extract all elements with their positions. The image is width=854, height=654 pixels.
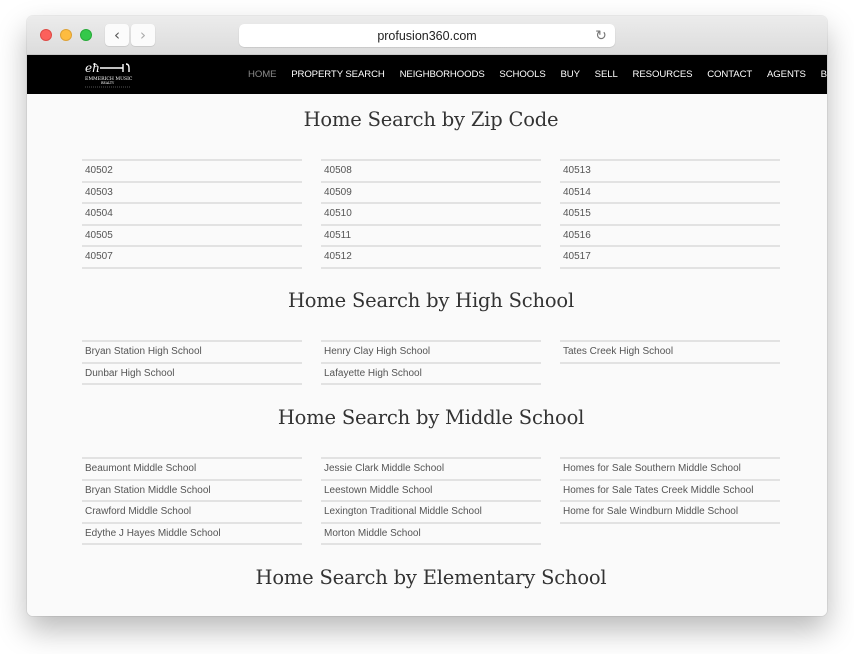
search-link[interactable]: Dunbar High School [82, 364, 302, 385]
search-link[interactable]: 40514 [560, 183, 780, 204]
middle-school-section: Home Search by Middle School Beaumont Mi… [82, 403, 780, 545]
search-link[interactable]: 40505 [82, 226, 302, 247]
link-columns: Bryan Station High School Dunbar High Sch… [82, 340, 780, 385]
search-link[interactable]: Bryan Station Middle School [82, 481, 302, 502]
main-menu: HOME PROPERTY SEARCH NEIGHBORHOODS SCHOO… [248, 55, 827, 94]
zip-code-section: Home Search by Zip Code 40502 40503 40504 4… [82, 105, 780, 269]
search-link[interactable]: Jessie Clark Middle School [321, 459, 541, 481]
search-link[interactable]: 40512 [321, 247, 541, 269]
search-link[interactable]: 40507 [82, 247, 302, 269]
nav-buy[interactable]: BUY [560, 69, 580, 80]
search-link[interactable]: Lexington Traditional Middle School [321, 502, 541, 524]
search-link[interactable]: Homes for Sale Southern Middle School [560, 459, 780, 481]
nav-resources[interactable]: RESOURCES [633, 69, 693, 80]
nav-neighborhoods[interactable]: NEIGHBORHOODS [400, 69, 485, 80]
link-column: 40513 40514 40515 40516 40517 [560, 159, 780, 269]
nav-schools[interactable]: SCHOOLS [499, 69, 545, 80]
search-link[interactable]: Bryan Station High School [82, 342, 302, 364]
nav-property-search[interactable]: PROPERTY SEARCH [291, 69, 385, 80]
svg-text:REALTY: REALTY [101, 81, 115, 85]
browser-window: ‹ › profusion360.com ↻ eħ EMMERICH MUSIC… [27, 16, 827, 616]
forward-button[interactable]: › [131, 24, 155, 46]
link-columns: Beaumont Middle School Bryan Station Midd… [82, 457, 780, 545]
search-link[interactable]: Morton Middle School [321, 524, 541, 545]
search-link[interactable]: 40508 [321, 161, 541, 183]
search-link[interactable]: Homes for Sale Tates Creek Middle School [560, 481, 780, 502]
reload-icon[interactable]: ↻ [593, 27, 609, 43]
section-title: Home Search by Elementary School [255, 566, 607, 589]
nav-home[interactable]: HOME [248, 69, 276, 80]
search-link[interactable]: 40515 [560, 204, 780, 226]
link-columns: 40502 40503 40504 40505 40507 40508 40509 40510… [82, 159, 780, 269]
search-link[interactable]: 40509 [321, 183, 541, 204]
svg-text:eħ: eħ [85, 61, 100, 75]
page-content: Home Search by Zip Code 40502 40503 40504 4… [27, 94, 827, 616]
elementary-school-section: Home Search by Elementary School Academy… [82, 563, 780, 616]
link-column: 40502 40503 40504 40505 40507 [82, 159, 302, 269]
address-bar[interactable]: profusion360.com ↻ [239, 24, 615, 47]
nav-sell[interactable]: SELL [595, 69, 618, 80]
nav-contact[interactable]: CONTACT [707, 69, 752, 80]
nav-blog[interactable]: BLOG [821, 69, 827, 80]
search-link[interactable]: 40504 [82, 204, 302, 226]
browser-titlebar: ‹ › profusion360.com ↻ [27, 16, 827, 55]
link-column: Homes for Sale Southern Middle School Hom… [560, 457, 780, 545]
chevron-left-icon: ‹ [114, 26, 120, 44]
link-column: Jessie Clark Middle School Leestown Middl… [321, 457, 541, 545]
link-column: Beaumont Middle School Bryan Station Midd… [82, 457, 302, 545]
link-column: Henry Clay High School Lafayette High Sch… [321, 340, 541, 385]
search-link[interactable]: Lafayette High School [321, 364, 541, 385]
search-link[interactable]: 40503 [82, 183, 302, 204]
search-link[interactable]: 40513 [560, 161, 780, 183]
link-column: Tates Creek High School [560, 340, 780, 385]
search-link[interactable]: Tates Creek High School [560, 342, 780, 364]
search-link[interactable]: Home for Sale Windburn Middle School [560, 502, 780, 524]
link-column: 40508 40509 40510 40511 40512 [321, 159, 541, 269]
site-navbar: eħ EMMERICH MUSIC REALTY HOME PROPERTY S… [27, 55, 827, 94]
url-text: profusion360.com [377, 28, 477, 43]
back-button[interactable]: ‹ [105, 24, 129, 46]
search-link[interactable]: Crawford Middle School [82, 502, 302, 524]
minimize-window-button[interactable] [60, 29, 72, 41]
section-title: Home Search by Middle School [277, 406, 585, 429]
high-school-section: Home Search by High School Bryan Station… [82, 286, 780, 385]
search-link[interactable]: Henry Clay High School [321, 342, 541, 364]
search-link[interactable]: Edythe J Hayes Middle School [82, 524, 302, 545]
chevron-right-icon: › [140, 26, 146, 44]
close-window-button[interactable] [40, 29, 52, 41]
search-link[interactable]: Leestown Middle School [321, 481, 541, 502]
search-link[interactable]: Beaumont Middle School [82, 459, 302, 481]
search-link[interactable]: 40516 [560, 226, 780, 247]
maximize-window-button[interactable] [80, 29, 92, 41]
search-link[interactable]: 40510 [321, 204, 541, 226]
logo-icon: eħ EMMERICH MUSIC REALTY [85, 61, 133, 88]
search-link[interactable]: 40502 [82, 161, 302, 183]
site-logo[interactable]: eħ EMMERICH MUSIC REALTY [83, 59, 133, 89]
section-title: Home Search by High School [287, 289, 575, 312]
nav-agents[interactable]: AGENTS [767, 69, 806, 80]
section-title: Home Search by Zip Code [303, 108, 559, 131]
search-link[interactable]: 40517 [560, 247, 780, 269]
search-link[interactable]: 40511 [321, 226, 541, 247]
link-column: Bryan Station High School Dunbar High Sch… [82, 340, 302, 385]
